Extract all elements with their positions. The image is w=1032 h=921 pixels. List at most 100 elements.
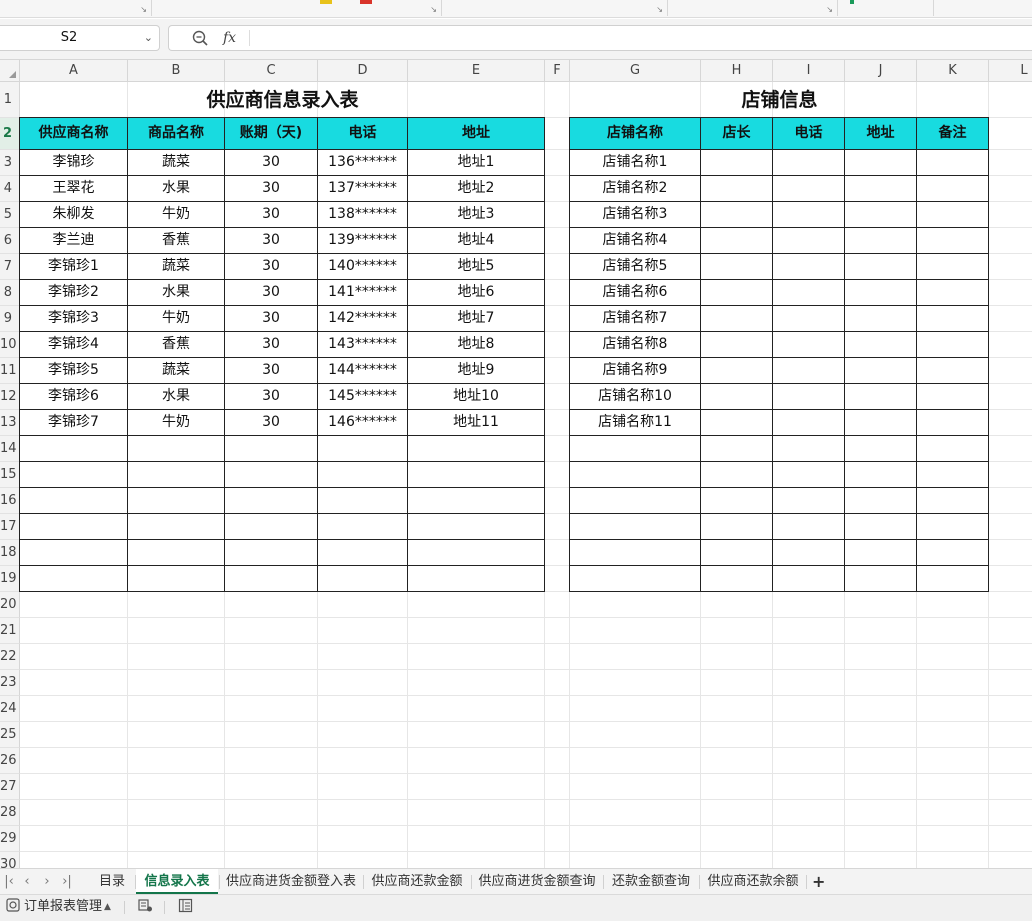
supplier-cell[interactable]	[128, 488, 225, 514]
supplier-cell[interactable]: 30	[225, 410, 318, 436]
supplier-cell[interactable]	[225, 514, 318, 540]
store-cell[interactable]	[917, 488, 989, 514]
store-cell[interactable]	[845, 176, 917, 202]
supplier-header-cell[interactable]: 供应商名称	[19, 117, 128, 150]
supplier-cell[interactable]: 地址2	[408, 176, 545, 202]
supplier-cell[interactable]: 地址4	[408, 228, 545, 254]
supplier-cell[interactable]	[225, 462, 318, 488]
row-header-15[interactable]: 15	[0, 462, 20, 488]
store-cell[interactable]: 店铺名称9	[569, 358, 701, 384]
row-header-14[interactable]: 14	[0, 436, 20, 462]
supplier-cell[interactable]	[318, 514, 408, 540]
record-macro-icon[interactable]	[138, 895, 153, 919]
sheet-tab[interactable]: 还款金额查询	[604, 869, 698, 894]
store-cell[interactable]: 店铺名称6	[569, 280, 701, 306]
last-sheet-icon[interactable]: ›|	[58, 869, 76, 894]
row-header-9[interactable]: 9	[0, 306, 20, 332]
store-cell[interactable]: 店铺名称5	[569, 254, 701, 280]
sheet-tab[interactable]: 供应商进货金额查询	[472, 869, 602, 894]
supplier-cell[interactable]	[318, 566, 408, 592]
supplier-cell[interactable]	[128, 514, 225, 540]
row-header-4[interactable]: 4	[0, 176, 20, 202]
store-cell[interactable]	[917, 566, 989, 592]
store-cell[interactable]	[845, 436, 917, 462]
row-header-19[interactable]: 19	[0, 566, 20, 592]
store-cell[interactable]	[701, 566, 773, 592]
supplier-cell[interactable]	[128, 462, 225, 488]
formula-input[interactable]: fx	[168, 25, 1032, 51]
row-header-18[interactable]: 18	[0, 540, 20, 566]
supplier-header-cell[interactable]: 账期（天)	[225, 117, 318, 150]
store-cell[interactable]	[773, 228, 845, 254]
supplier-cell[interactable]	[318, 540, 408, 566]
row-header-23[interactable]: 23	[0, 670, 20, 696]
supplier-cell[interactable]: 30	[225, 384, 318, 410]
store-cell[interactable]	[701, 202, 773, 228]
supplier-cell[interactable]: 蔬菜	[128, 150, 225, 176]
column-header-c[interactable]: C	[225, 60, 318, 82]
row-header-17[interactable]: 17	[0, 514, 20, 540]
add-sheet-button[interactable]: +	[812, 869, 825, 894]
row-header-29[interactable]: 29	[0, 826, 20, 852]
store-cell[interactable]: 店铺名称1	[569, 150, 701, 176]
supplier-cell[interactable]: 李锦珍4	[19, 332, 128, 358]
store-cell[interactable]	[773, 332, 845, 358]
store-cell[interactable]	[845, 228, 917, 254]
group-expand-icon[interactable]: ↘	[430, 5, 437, 14]
supplier-cell[interactable]: 蔬菜	[128, 358, 225, 384]
store-cell[interactable]	[569, 436, 701, 462]
supplier-cell[interactable]	[225, 488, 318, 514]
supplier-cell[interactable]: 145******	[318, 384, 408, 410]
store-header-cell[interactable]: 地址	[845, 117, 917, 150]
supplier-cell[interactable]	[19, 540, 128, 566]
name-box[interactable]: S2 ⌄	[0, 25, 160, 51]
store-cell[interactable]	[773, 150, 845, 176]
column-header-a[interactable]: A	[20, 60, 128, 82]
supplier-cell[interactable]: 李锦珍6	[19, 384, 128, 410]
next-sheet-icon[interactable]: ›	[38, 869, 56, 894]
store-cell[interactable]	[773, 202, 845, 228]
group-expand-icon[interactable]: ↘	[656, 5, 663, 14]
select-all-corner[interactable]	[0, 60, 20, 82]
store-cell[interactable]	[773, 254, 845, 280]
row-header-27[interactable]: 27	[0, 774, 20, 800]
function-icon[interactable]: fx	[223, 26, 236, 50]
supplier-cell[interactable]: 地址9	[408, 358, 545, 384]
supplier-cell[interactable]: 李锦珍1	[19, 254, 128, 280]
store-cell[interactable]	[845, 540, 917, 566]
row-header-2[interactable]: 2	[0, 118, 20, 150]
supplier-cell[interactable]: 30	[225, 306, 318, 332]
supplier-cell[interactable]	[128, 566, 225, 592]
store-header-cell[interactable]: 店长	[701, 117, 773, 150]
store-cell[interactable]	[569, 514, 701, 540]
store-cell[interactable]	[701, 150, 773, 176]
store-cell[interactable]	[569, 462, 701, 488]
supplier-cell[interactable]: 地址10	[408, 384, 545, 410]
store-cell[interactable]	[773, 436, 845, 462]
column-header-i[interactable]: I	[773, 60, 845, 82]
store-cell[interactable]	[917, 540, 989, 566]
supplier-cell[interactable]	[128, 540, 225, 566]
column-header-k[interactable]: K	[917, 60, 989, 82]
supplier-cell[interactable]: 地址3	[408, 202, 545, 228]
store-cell[interactable]	[845, 514, 917, 540]
store-cell[interactable]	[917, 514, 989, 540]
store-cell[interactable]: 店铺名称8	[569, 332, 701, 358]
store-cell[interactable]	[845, 462, 917, 488]
store-cell[interactable]	[569, 488, 701, 514]
row-header-24[interactable]: 24	[0, 696, 20, 722]
supplier-header-cell[interactable]: 地址	[408, 117, 545, 150]
row-header-5[interactable]: 5	[0, 202, 20, 228]
store-cell[interactable]	[701, 462, 773, 488]
store-cell[interactable]: 店铺名称2	[569, 176, 701, 202]
row-header-30[interactable]: 30	[0, 852, 20, 868]
store-cell[interactable]	[917, 202, 989, 228]
row-header-6[interactable]: 6	[0, 228, 20, 254]
store-cell[interactable]	[701, 280, 773, 306]
supplier-cell[interactable]: 30	[225, 150, 318, 176]
store-cell[interactable]	[917, 150, 989, 176]
supplier-cell[interactable]: 地址7	[408, 306, 545, 332]
store-cell[interactable]	[773, 176, 845, 202]
store-cell[interactable]	[845, 488, 917, 514]
supplier-cell[interactable]: 李锦珍7	[19, 410, 128, 436]
